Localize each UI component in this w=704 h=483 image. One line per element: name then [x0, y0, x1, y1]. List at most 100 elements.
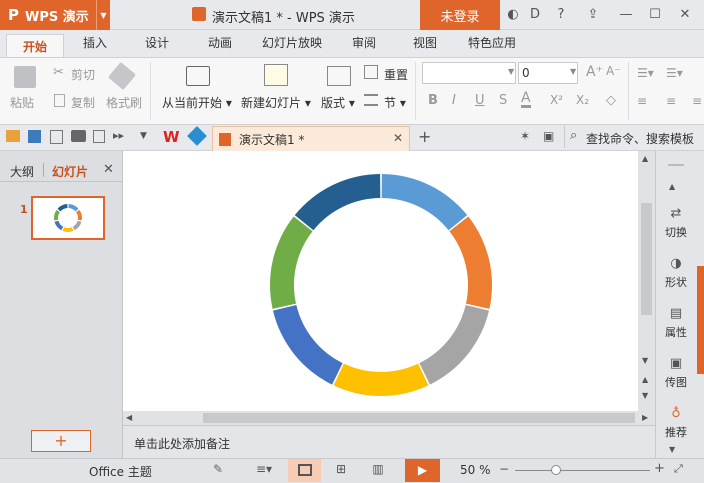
section-button[interactable]: 节 ▾: [384, 94, 406, 111]
scroll-left-icon[interactable]: ◀: [126, 413, 132, 422]
horizontal-scrollbar[interactable]: ◀ ▶: [123, 411, 655, 425]
donut-segment[interactable]: [449, 216, 492, 309]
minimize-icon[interactable]: —: [617, 6, 635, 24]
donut-segment[interactable]: [272, 305, 343, 385]
chevron-down-icon[interactable]: ▼: [508, 67, 514, 76]
grow-font-icon[interactable]: A⁺: [586, 64, 603, 80]
transition-button[interactable]: ⇄ 切换: [655, 206, 697, 240]
document-tab[interactable]: 演示文稿1 * ✕: [212, 126, 410, 151]
donut-segment[interactable]: [57, 204, 68, 212]
donut-segment[interactable]: [333, 363, 429, 396]
play-from-current-button[interactable]: 从当前开始 ▾: [162, 94, 232, 111]
donut-segment[interactable]: [381, 174, 468, 231]
scroll-right-icon[interactable]: ▶: [642, 413, 648, 422]
tab-review[interactable]: 审阅: [352, 34, 376, 51]
slide-sorter-icon[interactable]: ⊞: [331, 462, 351, 478]
tab-view[interactable]: 视图: [413, 34, 437, 51]
notes-pane[interactable]: 单击此处添加备注: [123, 425, 655, 458]
superscript-button[interactable]: X²: [550, 93, 563, 107]
search-command-input[interactable]: 查找命令、搜索模板: [586, 130, 694, 147]
maximize-icon[interactable]: ☐: [646, 6, 664, 24]
next-slide-icon[interactable]: ▼: [642, 391, 648, 400]
scroll-down-icon[interactable]: ▼: [669, 445, 675, 454]
tab-insert[interactable]: 插入: [83, 34, 107, 51]
zoom-in-icon[interactable]: +: [654, 461, 665, 476]
cut-button[interactable]: 剪切: [71, 66, 95, 83]
copy-button[interactable]: 复制: [71, 94, 95, 111]
close-tab-icon[interactable]: ✕: [393, 131, 403, 145]
scroll-down-icon[interactable]: ▼: [642, 356, 648, 365]
strikethrough-button[interactable]: S: [499, 93, 507, 108]
feedback-icon[interactable]: D: [526, 6, 544, 24]
paste-icon[interactable]: [14, 66, 36, 88]
add-slide-button[interactable]: +: [31, 430, 91, 452]
image-upload-button[interactable]: ▣ 传图: [655, 356, 697, 390]
paste-button[interactable]: 粘贴: [10, 94, 34, 111]
zoom-level[interactable]: 50 %: [460, 463, 491, 477]
donut-segment[interactable]: [294, 174, 381, 231]
search-icon[interactable]: ⌕: [570, 128, 577, 143]
zoom-slider[interactable]: [515, 470, 650, 471]
print-preview-icon[interactable]: [93, 130, 105, 143]
help-icon[interactable]: ?: [552, 6, 570, 24]
donut-segment[interactable]: [76, 209, 82, 221]
layout-button[interactable]: 版式 ▾: [321, 94, 355, 111]
window-switch-icon[interactable]: ▣: [543, 129, 554, 143]
numbering-icon[interactable]: ☰▾: [666, 66, 683, 80]
properties-button[interactable]: ▤ 属性: [655, 306, 697, 340]
chevron-down-icon[interactable]: ▼: [140, 131, 147, 141]
tab-design[interactable]: 设计: [145, 34, 169, 51]
align-left-icon[interactable]: ≡: [637, 94, 647, 108]
pane-toggle[interactable]: [697, 266, 704, 374]
bold-button[interactable]: B: [428, 93, 438, 108]
shape-button[interactable]: ◑ 形状: [655, 256, 697, 290]
align-right-icon[interactable]: ≡: [692, 94, 702, 108]
donut-segment[interactable]: [270, 216, 313, 309]
close-icon[interactable]: ✕: [676, 6, 694, 24]
font-name-field[interactable]: [422, 62, 516, 84]
tab-home[interactable]: 开始: [6, 34, 64, 58]
donut-segment[interactable]: [419, 305, 490, 385]
normal-view-button[interactable]: [288, 459, 321, 482]
font-color-button[interactable]: A: [521, 91, 531, 108]
donut-segment[interactable]: [72, 220, 82, 231]
pin-icon[interactable]: ✶: [520, 129, 530, 143]
subscript-button[interactable]: X₂: [576, 93, 589, 107]
slide-canvas[interactable]: [123, 151, 638, 411]
tab-slideshow[interactable]: 幻灯片放映: [262, 34, 322, 51]
font-size-field[interactable]: 0: [518, 62, 578, 84]
align-center-icon[interactable]: ≡: [666, 94, 676, 108]
tab-special[interactable]: 特色应用: [468, 34, 516, 51]
open-folder-icon[interactable]: [6, 130, 20, 142]
clear-format-icon[interactable]: ◇: [606, 93, 616, 108]
new-slide-button[interactable]: 新建幻灯片 ▾: [241, 94, 311, 111]
notes-toggle-icon[interactable]: ≡▾: [254, 462, 274, 478]
more-icon[interactable]: ▸▸: [113, 129, 124, 142]
format-painter-button[interactable]: 格式刷: [106, 94, 142, 111]
hscroll-thumb[interactable]: [203, 413, 635, 423]
scroll-up-icon[interactable]: ▲: [669, 182, 675, 191]
app-menu-button[interactable]: P WPS 演示 ▼: [0, 0, 110, 30]
reading-view-icon[interactable]: ▥: [368, 462, 388, 478]
scroll-up-icon[interactable]: ▲: [642, 154, 648, 163]
chevron-down-icon[interactable]: ▼: [570, 67, 576, 76]
tab-animation[interactable]: 动画: [208, 34, 232, 51]
shrink-font-icon[interactable]: A⁻: [606, 64, 621, 78]
tab-slides[interactable]: 幻灯片: [52, 163, 88, 180]
save-icon[interactable]: [28, 130, 41, 143]
play-slideshow-button[interactable]: ▶: [405, 459, 440, 482]
vertical-scrollbar[interactable]: ▲ ▼ ▲ ▼: [638, 151, 655, 411]
slide-thumbnail[interactable]: [31, 196, 105, 240]
export-pdf-icon[interactable]: [50, 130, 63, 144]
prev-slide-icon[interactable]: ▲: [642, 375, 648, 384]
donut-segment[interactable]: [54, 220, 64, 231]
recommend-button[interactable]: ♁ 推荐: [655, 406, 697, 440]
reset-button[interactable]: 重置: [384, 66, 408, 83]
scroll-thumb[interactable]: [641, 203, 652, 315]
new-tab-icon[interactable]: +: [418, 127, 431, 146]
print-icon[interactable]: [71, 130, 86, 142]
donut-segment[interactable]: [62, 227, 74, 232]
login-button[interactable]: 未登录: [420, 0, 500, 30]
chevron-down-icon[interactable]: ▼: [96, 0, 110, 30]
pen-icon[interactable]: ✎: [213, 462, 223, 476]
